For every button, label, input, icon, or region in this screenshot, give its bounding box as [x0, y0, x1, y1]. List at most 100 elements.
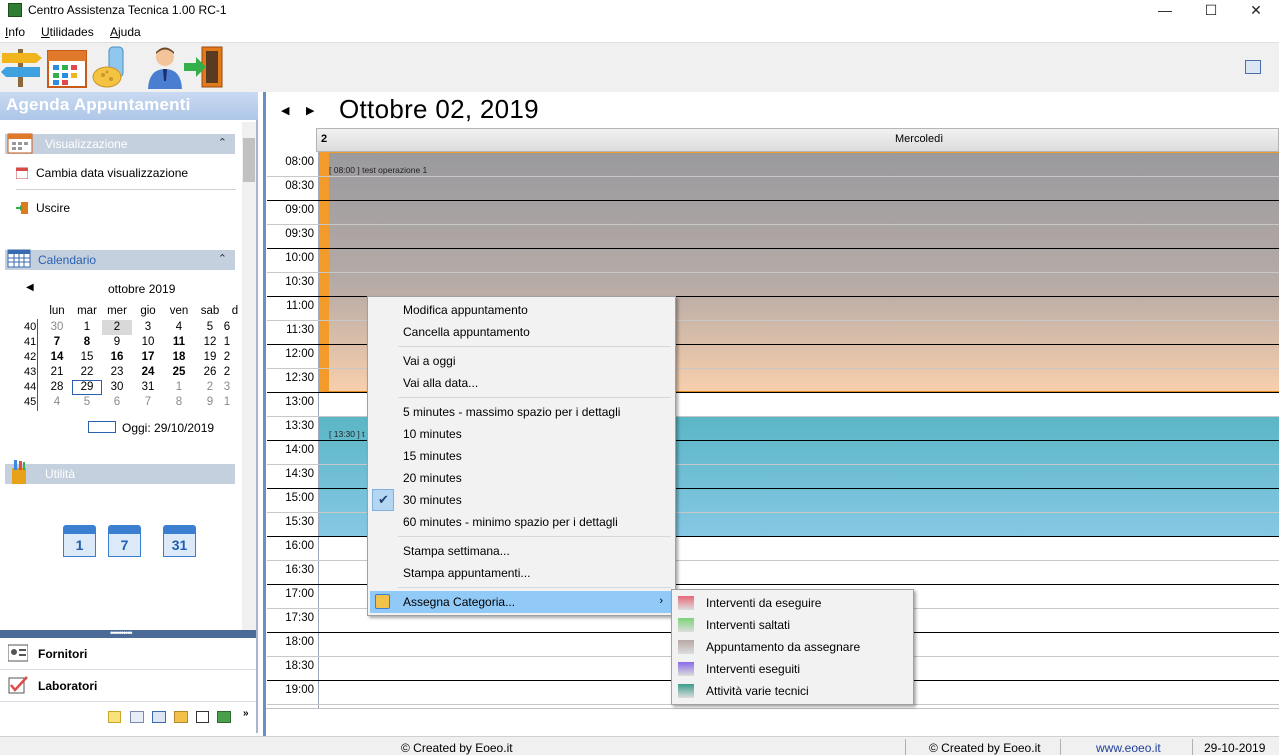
- close-button[interactable]: ✕: [1233, 0, 1279, 22]
- menu-info-label: nfo: [8, 25, 26, 39]
- next-day-icon[interactable]: ▶: [306, 104, 314, 117]
- menu-item[interactable]: 60 minutes - minimo spazio per i dettagl…: [370, 511, 673, 533]
- exit-door-icon[interactable]: [182, 45, 226, 89]
- day-view-button[interactable]: 1: [63, 525, 96, 557]
- calendar-day[interactable]: 4: [164, 320, 194, 335]
- menu-item[interactable]: 10 minutes: [370, 423, 673, 445]
- collapse-chevron-icon[interactable]: ⌃: [218, 136, 227, 149]
- week-number: 41: [24, 336, 37, 348]
- category-color-swatch: [678, 596, 694, 610]
- journal-icon[interactable]: [217, 711, 231, 723]
- folder-icon[interactable]: [174, 711, 188, 723]
- calendar-day[interactable]: 6: [102, 395, 132, 410]
- minimize-button[interactable]: —: [1142, 0, 1188, 22]
- calendar-day[interactable]: 10: [133, 335, 163, 350]
- calendar-day[interactable]: 2: [220, 350, 234, 365]
- calendar-day[interactable]: 4: [42, 395, 72, 410]
- menu-separator: [398, 587, 671, 588]
- section-visualizzazione[interactable]: Visualizzazione ⌃: [5, 133, 235, 154]
- calendar-day[interactable]: 3: [220, 380, 234, 395]
- month-view-button[interactable]: 31: [163, 525, 196, 557]
- calendar-day[interactable]: 7: [133, 395, 163, 410]
- calendar-day[interactable]: 3: [133, 320, 163, 335]
- calendar-small-icon[interactable]: [152, 711, 166, 723]
- day-number: 2: [321, 133, 328, 145]
- left-scrollbar[interactable]: ▼: [242, 122, 256, 654]
- mail-icon[interactable]: [130, 711, 144, 723]
- status-site-link[interactable]: www.eoeo.it: [1096, 741, 1161, 755]
- menu-item[interactable]: ✔ 30 minutes: [370, 489, 673, 511]
- category-item[interactable]: Interventi da eseguire: [674, 592, 911, 614]
- calendar-day[interactable]: 2: [102, 320, 132, 335]
- calendar-day[interactable]: 1: [220, 395, 234, 410]
- more-chevron-icon[interactable]: »: [243, 708, 249, 719]
- collapse-chevron-icon[interactable]: ⌃: [218, 252, 227, 265]
- menu-item[interactable]: 15 minutes: [370, 445, 673, 467]
- user-icon[interactable]: [143, 45, 187, 89]
- menu-info[interactable]: Info: [5, 25, 25, 39]
- section-utilita[interactable]: Utilità: [5, 460, 235, 484]
- calendar-day[interactable]: 1: [164, 380, 194, 395]
- section-calendario[interactable]: Calendario ⌃: [5, 249, 235, 270]
- calendar-day[interactable]: 15: [72, 350, 102, 365]
- menu-item[interactable]: 5 minutes - massimo spazio per i dettagl…: [370, 401, 673, 423]
- calendar-day[interactable]: 14: [42, 350, 72, 365]
- calendar-day[interactable]: 8: [72, 335, 102, 350]
- menu-ajuda[interactable]: Ajuda: [110, 25, 141, 39]
- menu-utilidades[interactable]: Utilidades: [41, 25, 94, 39]
- shortcut-icon[interactable]: [196, 711, 209, 723]
- calendar-day[interactable]: 17: [133, 350, 163, 365]
- calendar-day[interactable]: 5: [72, 395, 102, 410]
- day-header[interactable]: 2 Mercoledì: [316, 128, 1279, 152]
- category-item[interactable]: Interventi eseguiti: [674, 658, 911, 680]
- calendar-day[interactable]: 1: [220, 335, 234, 350]
- calendar-day[interactable]: 29: [72, 380, 102, 395]
- calendar-day[interactable]: 23: [102, 365, 132, 380]
- calendar-day[interactable]: 28: [42, 380, 72, 395]
- menu-item[interactable]: Vai a oggi: [370, 350, 673, 372]
- calendar-day[interactable]: 25: [164, 365, 194, 380]
- menu-item[interactable]: Stampa settimana...: [370, 540, 673, 562]
- maximize-button[interactable]: ☐: [1188, 0, 1234, 22]
- calendar-day[interactable]: 30: [102, 380, 132, 395]
- sponge-bottle-icon[interactable]: [91, 45, 135, 89]
- menu-item[interactable]: Modifica appuntamento: [370, 299, 673, 321]
- calendar-day[interactable]: 21: [42, 365, 72, 380]
- category-item[interactable]: Interventi saltati: [674, 614, 911, 636]
- calendar-day[interactable]: 22: [72, 365, 102, 380]
- today-label[interactable]: Oggi: 29/10/2019: [122, 421, 214, 435]
- calendar-day[interactable]: 8: [164, 395, 194, 410]
- calendar-day[interactable]: 6: [220, 320, 234, 335]
- calendar-icon[interactable]: [45, 45, 89, 89]
- menu-item-label: 60 minutes - minimo spazio per i dettagl…: [403, 515, 618, 529]
- category-item[interactable]: Attività varie tecnici: [674, 680, 911, 702]
- menu-item[interactable]: Stampa appuntamenti...: [370, 562, 673, 584]
- left-scrollbar-thumb[interactable]: [243, 138, 255, 182]
- nav-fornitori[interactable]: Fornitori: [0, 638, 256, 670]
- calendar-day[interactable]: 30: [42, 320, 72, 335]
- collapse-panel-icon[interactable]: [1245, 60, 1261, 74]
- menu-item[interactable]: Vai alla data...: [370, 372, 673, 394]
- note-icon[interactable]: [108, 711, 121, 723]
- calendar-day[interactable]: 7: [42, 335, 72, 350]
- menu-item[interactable]: 20 minutes: [370, 467, 673, 489]
- prev-day-icon[interactable]: ◀: [281, 104, 289, 117]
- calendar-day[interactable]: 2: [220, 365, 234, 380]
- prev-month-icon[interactable]: ◀: [26, 282, 34, 293]
- menu-item[interactable]: › Assegna Categoria...: [370, 591, 673, 613]
- calendar-day[interactable]: 1: [72, 320, 102, 335]
- calendar-day[interactable]: 11: [164, 335, 194, 350]
- menu-item[interactable]: Cancella appuntamento: [370, 321, 673, 343]
- calendar-day[interactable]: 18: [164, 350, 194, 365]
- pane-splitter[interactable]: [263, 92, 266, 736]
- calendar-day[interactable]: 16: [102, 350, 132, 365]
- time-label: 15:00: [285, 492, 314, 504]
- calendar-day[interactable]: 31: [133, 380, 163, 395]
- nav-splitter[interactable]: ••••••••••: [0, 628, 256, 638]
- calendar-day[interactable]: 24: [133, 365, 163, 380]
- signpost-icon[interactable]: [0, 45, 44, 89]
- category-item[interactable]: Appuntamento da assegnare: [674, 636, 911, 658]
- calendar-day[interactable]: 9: [102, 335, 132, 350]
- week-view-button[interactable]: 7: [108, 525, 141, 557]
- nav-laboratori[interactable]: Laboratori: [0, 670, 256, 702]
